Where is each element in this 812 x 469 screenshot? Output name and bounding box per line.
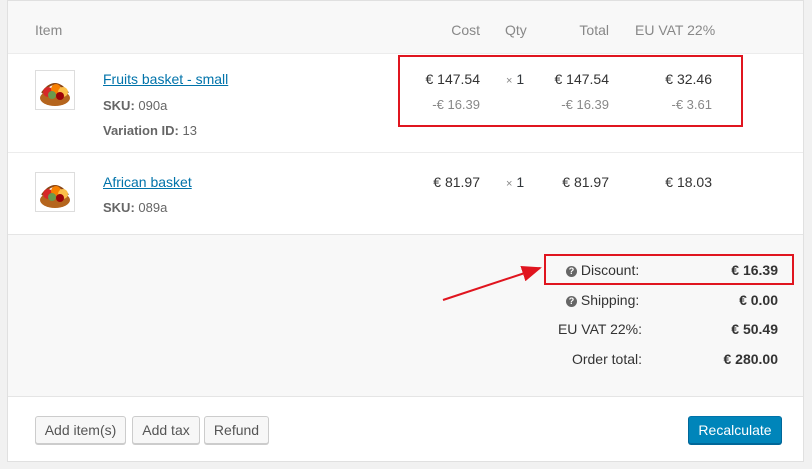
- annotation-arrow: [442, 266, 542, 301]
